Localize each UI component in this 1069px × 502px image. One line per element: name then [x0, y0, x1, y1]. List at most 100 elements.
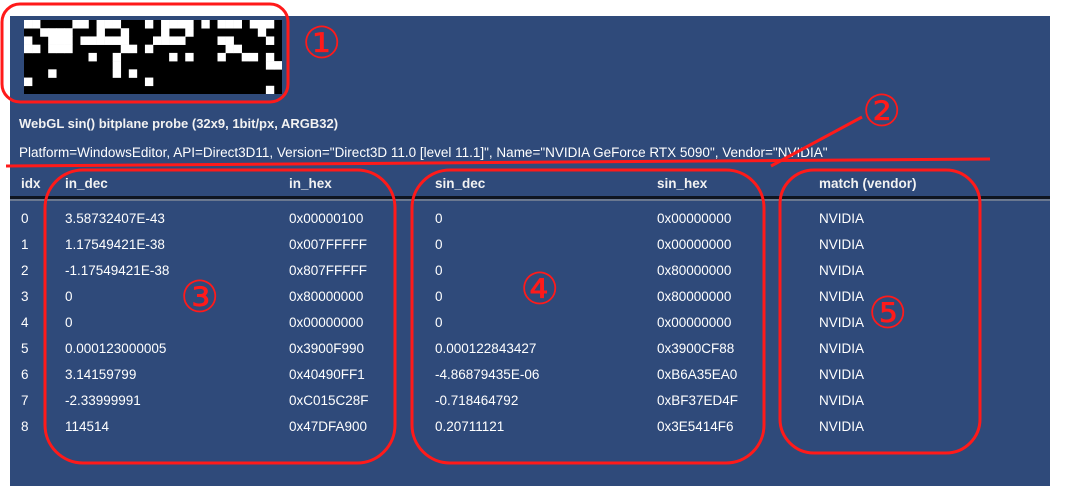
bitplane-pixel — [56, 36, 65, 45]
table-row: 6 3.14159799 0x40490FF1 -4.86879435E-06 … — [10, 363, 1050, 389]
bitplane-pixel — [96, 20, 105, 29]
bitplane-pixel — [80, 36, 89, 45]
cell-sin-hex: 0xB6A35EA0 — [657, 367, 738, 382]
bitplane-pixel — [169, 52, 178, 62]
cell-match: NVIDIA — [819, 289, 865, 304]
bitplane-pixel — [64, 36, 73, 45]
cell-sin-hex: 0x00000000 — [657, 315, 732, 330]
bitplane-pixel — [177, 36, 186, 45]
bitplane-pixel — [169, 20, 178, 29]
cell-in-hex: 0x807FFFFF — [289, 263, 368, 278]
annotation-label-1: ① — [302, 18, 342, 69]
bitplane-pixel — [257, 20, 267, 29]
bitplane-pixel — [169, 36, 178, 45]
cell-sin-hex: 0x3E5414F6 — [657, 419, 734, 434]
column-header-idx: idx — [21, 176, 41, 191]
cell-in-hex: 0xC015C28F — [289, 393, 369, 408]
bitplane-pixel — [56, 44, 65, 54]
bitplane-pixel — [56, 28, 65, 37]
bitplane-pixel — [48, 28, 57, 37]
bitplane-pixel — [265, 85, 275, 94]
bitplane-pixel — [88, 52, 97, 62]
bitplane-pixel — [64, 28, 73, 37]
bitplane-pixel — [273, 61, 282, 70]
cell-in-dec: 0 — [65, 289, 73, 304]
column-header-in-dec: in_dec — [65, 176, 108, 191]
cell-sin-hex: 0x3900CF88 — [657, 341, 735, 356]
bitplane-pixel — [48, 69, 57, 78]
bitplane-pixel — [161, 28, 170, 37]
bitplane-pixel — [217, 20, 226, 29]
bitplane-pixel — [217, 36, 226, 45]
bitplane-pixel — [104, 20, 113, 29]
cell-idx: 6 — [21, 367, 29, 382]
cell-sin-hex: 0x80000000 — [657, 289, 732, 304]
bitplane-pixel — [233, 20, 242, 29]
platform-info: Platform=WindowsEditor, API=Direct3D11, … — [19, 145, 828, 160]
cell-sin-dec: 0 — [435, 237, 443, 252]
bitplane-pixel — [265, 52, 275, 62]
bitplane-pixel — [233, 44, 242, 54]
bitplane-pixel — [249, 52, 259, 62]
bitplane-pixel — [265, 20, 275, 29]
cell-idx: 0 — [21, 211, 29, 226]
bitplane-pixel — [265, 36, 275, 45]
bitplane-pixel — [128, 69, 138, 78]
bitplane-pixel — [120, 36, 130, 45]
header-divider-highlight — [10, 199, 1050, 201]
table-row: 8 114514 0x47DFA900 0.20711121 0x3E5414F… — [10, 415, 1050, 441]
bitplane-pixel — [88, 36, 97, 45]
bitplane-pixel — [24, 36, 33, 45]
cell-idx: 3 — [21, 289, 29, 304]
cell-idx: 1 — [21, 237, 29, 252]
column-header-match: match (vendor) — [819, 176, 917, 191]
cell-in-hex: 0x40490FF1 — [289, 367, 365, 382]
bitplane-pixel — [72, 20, 81, 29]
bitplane-pixel — [32, 20, 41, 29]
bitplane-pixel — [112, 36, 122, 45]
cell-sin-dec: -4.86879435E-06 — [435, 367, 540, 382]
bitplane-pixel — [64, 44, 73, 54]
bitplane-pixel — [24, 77, 33, 87]
cell-sin-dec: 0.000122843427 — [435, 341, 537, 356]
cell-sin-dec: 0 — [435, 315, 443, 330]
cell-sin-dec: 0 — [435, 263, 443, 278]
cell-in-hex: 0x00000000 — [289, 315, 364, 330]
cell-match: NVIDIA — [819, 393, 865, 408]
table-row: 0 3.58732407E-43 0x00000100 0 0x00000000… — [10, 207, 1050, 233]
bitplane-pixel — [185, 52, 194, 62]
cell-sin-dec: -0.718464792 — [435, 393, 519, 408]
bitplane-pixel — [249, 20, 259, 29]
bitplane-pixel — [161, 20, 170, 29]
table-row: 7 -2.33999991 0xC015C28F -0.718464792 0x… — [10, 389, 1050, 415]
cell-sin-hex: 0x80000000 — [657, 263, 732, 278]
cell-idx: 8 — [21, 419, 29, 434]
cell-in-dec: 1.17549421E-38 — [65, 237, 165, 252]
cell-in-dec: 0.000123000005 — [65, 341, 167, 356]
table-header: idx in_dec in_hex sin_dec sin_hex match … — [10, 174, 1050, 194]
bitplane-pixel — [144, 77, 154, 87]
cell-sin-hex: 0x00000000 — [657, 237, 732, 252]
bitplane-pixel — [24, 44, 33, 54]
bitplane-pixel — [80, 20, 89, 29]
cell-in-hex: 0x3900F990 — [289, 341, 365, 356]
cell-in-dec: -1.17549421E-38 — [65, 263, 170, 278]
annotation-label-2: ② — [862, 86, 902, 137]
cell-in-hex: 0x47DFA900 — [289, 419, 368, 434]
bitplane-pixel — [257, 28, 267, 37]
cell-sin-dec: 0 — [435, 289, 443, 304]
cell-idx: 7 — [21, 393, 29, 408]
bitplane-pixel — [185, 20, 194, 29]
cell-in-hex: 0x00000100 — [289, 211, 364, 226]
bitplane-pixel — [120, 28, 130, 37]
bitplane-pixel — [128, 44, 138, 54]
cell-match: NVIDIA — [819, 237, 865, 252]
bitplane-pixel — [265, 61, 275, 70]
annotation-label-4: ④ — [520, 264, 560, 315]
cell-match: NVIDIA — [819, 263, 865, 278]
column-header-in-hex: in_hex — [289, 176, 332, 191]
cell-in-hex: 0x007FFFFF — [289, 237, 368, 252]
bitplane-pixel — [120, 44, 130, 54]
cell-in-dec: 114514 — [65, 419, 110, 434]
bitplane-image — [24, 20, 282, 94]
